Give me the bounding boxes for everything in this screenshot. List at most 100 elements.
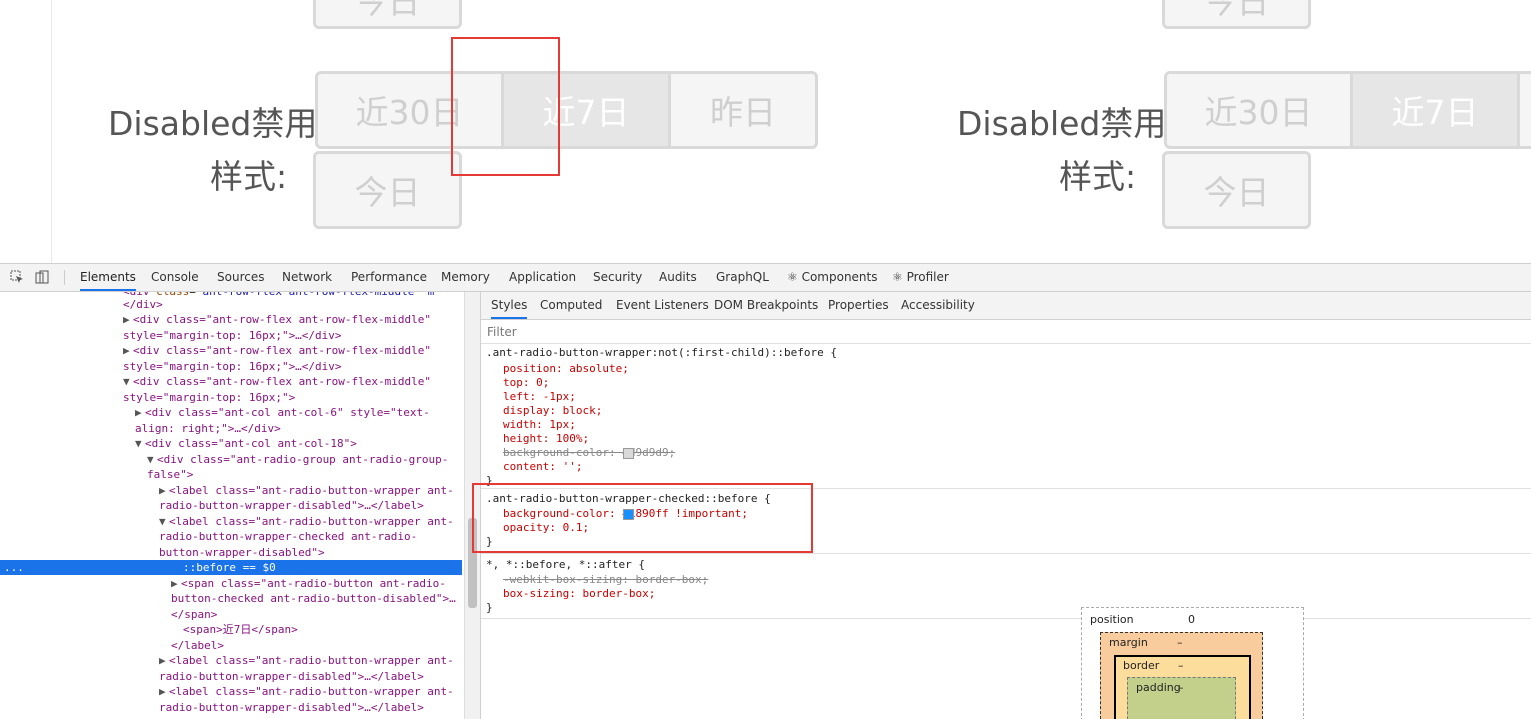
box-model-padding-value[interactable]: – xyxy=(1178,681,1184,694)
inspect-element-icon[interactable] xyxy=(10,270,24,284)
css-declaration[interactable]: box-sizing: border-box; xyxy=(503,587,655,601)
expand-arrow-icon[interactable]: ▶ xyxy=(123,312,133,327)
box-model-border-label: border xyxy=(1123,659,1160,672)
dom-line[interactable]: ▶ <div class="ant-col ant-col-6" style="t… xyxy=(135,405,430,420)
devtools-main-tabbar: Elements Console Sources Network Perform… xyxy=(0,264,1531,292)
tab-accessibility[interactable]: Accessibility xyxy=(901,292,975,319)
tab-application[interactable]: Application xyxy=(509,264,576,291)
box-model-position-value[interactable]: 0 xyxy=(1188,613,1195,626)
dom-line[interactable]: ▶ <label class="ant-radio-button-wrapper … xyxy=(159,684,454,699)
selected-dom-node[interactable]: ... ::before == $0 xyxy=(0,560,462,575)
styles-filter-input[interactable]: Filter xyxy=(481,320,1531,344)
css-declaration[interactable]: top: 0; xyxy=(503,376,549,390)
box-model-padding-label: padding xyxy=(1136,681,1181,694)
tab-memory[interactable]: Memory xyxy=(441,264,490,291)
tab-properties[interactable]: Properties xyxy=(828,292,889,319)
css-declaration[interactable]: height: 100%; xyxy=(503,432,589,446)
tab-security[interactable]: Security xyxy=(593,264,642,291)
radio-button-today-partial[interactable]: 今日 xyxy=(313,0,462,29)
dom-line[interactable]: </span> xyxy=(171,607,217,622)
tab-network[interactable]: Network xyxy=(282,264,332,291)
rule-selector[interactable]: .ant-radio-button-wrapper:not(:first-chi… xyxy=(486,346,837,360)
css-declaration[interactable]: display: block; xyxy=(503,404,602,418)
styles-subtabbar: Styles Computed Event Listeners DOM Brea… xyxy=(481,292,1531,320)
dom-line[interactable]: ▼ <div class="ant-col ant-col-18"> xyxy=(135,436,357,451)
collapse-arrow-icon[interactable]: ▼ xyxy=(135,436,145,451)
dom-line[interactable]: radio-button-wrapper-checked ant-radio- xyxy=(159,529,417,544)
tab-components[interactable]: ⚛ Components xyxy=(787,264,878,291)
css-declaration[interactable]: content: ''; xyxy=(503,460,582,474)
dom-line[interactable]: align: right;">…</div> xyxy=(135,421,281,436)
dom-line[interactable]: button-wrapper-disabled"> xyxy=(159,545,325,560)
devtools-panel: Elements Console Sources Network Perform… xyxy=(0,263,1531,719)
radio-button-today-partial-2[interactable]: 今日 xyxy=(1162,0,1311,29)
box-model-margin-value[interactable]: – xyxy=(1177,636,1183,649)
dom-line[interactable]: ▼ <div class="ant-radio-group ant-radio-g… xyxy=(147,452,448,467)
node-ellipsis-icon[interactable]: ... xyxy=(4,560,24,575)
expand-arrow-icon[interactable]: ▶ xyxy=(123,343,133,358)
dom-line[interactable]: style="margin-top: 16px;">…</div> xyxy=(123,328,342,343)
radio-button-today[interactable]: 今日 xyxy=(313,151,462,229)
field-label-line1-2: Disabled禁用 xyxy=(957,104,1167,143)
highlight-box-preview xyxy=(451,37,560,176)
expand-arrow-icon[interactable]: ▶ xyxy=(159,483,169,498)
css-declaration-overridden[interactable]: background-color: #d9d9d9; xyxy=(503,446,675,460)
dom-line[interactable]: </label> xyxy=(171,638,224,653)
rule-selector[interactable]: *, *::before, *::after { xyxy=(486,558,645,572)
dom-line[interactable]: radio-button-wrapper-disabled">…</label> xyxy=(159,700,424,715)
radio-button-yesterday[interactable]: 昨日 xyxy=(668,71,818,149)
collapse-arrow-icon[interactable]: ▼ xyxy=(147,452,157,467)
dom-line[interactable]: ▶ <div class="ant-row-flex ant-row-flex-m… xyxy=(123,312,431,327)
dom-line[interactable]: radio-button-wrapper-disabled">…</label> xyxy=(159,669,424,684)
dom-line[interactable]: style="margin-top: 16px;">…</div> xyxy=(123,359,342,374)
tab-console[interactable]: Console xyxy=(151,264,199,291)
box-model-border-value[interactable]: – xyxy=(1178,659,1184,672)
collapse-arrow-icon[interactable]: ▼ xyxy=(123,374,133,389)
elements-tree[interactable]: <div class="ant-row-flex ant-row-flex-mi… xyxy=(0,292,462,719)
dom-line[interactable]: <span>近7日</span> xyxy=(183,622,298,637)
dom-line[interactable]: ▶ <label class="ant-radio-button-wrapper … xyxy=(159,653,454,668)
tab-graphql[interactable]: GraphQL xyxy=(716,264,769,291)
radio-button-yesterday-2[interactable] xyxy=(1517,71,1531,149)
tab-elements[interactable]: Elements xyxy=(80,264,136,291)
dom-line[interactable]: ▶ <span class="ant-radio-button ant-radio… xyxy=(171,576,446,591)
dom-line[interactable]: ▼ <label class="ant-radio-button-wrapper … xyxy=(159,514,454,529)
dom-line[interactable]: ▶ <div class="ant-row-flex ant-row-flex-m… xyxy=(123,343,431,358)
tab-profiler[interactable]: ⚛ Profiler xyxy=(892,264,949,291)
field-label-line2: 样式: xyxy=(210,157,288,196)
radio-button-last-7-days-2[interactable]: 近7日 xyxy=(1350,71,1520,149)
dom-line[interactable]: style="margin-top: 16px;"> xyxy=(123,390,295,405)
box-model-margin: margin – border – padding – xyxy=(1100,632,1263,719)
css-declaration[interactable]: width: 1px; xyxy=(503,418,576,432)
dom-line[interactable]: false"> xyxy=(147,467,193,482)
tab-sources[interactable]: Sources xyxy=(217,264,264,291)
tab-audits[interactable]: Audits xyxy=(659,264,697,291)
dom-line[interactable]: button-checked ant-radio-button-disabled… xyxy=(171,591,456,606)
tab-computed[interactable]: Computed xyxy=(540,292,602,319)
content-divider xyxy=(51,0,52,263)
device-toolbar-icon[interactable] xyxy=(35,270,49,284)
dom-line[interactable]: </div> xyxy=(123,297,163,312)
css-declaration-overridden[interactable]: -webkit-box-sizing: border-box; xyxy=(503,573,708,587)
tab-dom-breakpoints[interactable]: DOM Breakpoints xyxy=(714,292,818,319)
radio-button-today-2[interactable]: 今日 xyxy=(1162,151,1311,229)
color-swatch-icon[interactable] xyxy=(623,448,634,459)
highlight-box-css-rule xyxy=(472,483,813,553)
tab-styles[interactable]: Styles xyxy=(491,292,528,319)
dom-line[interactable]: ▶ <label class="ant-radio-button-wrapper … xyxy=(159,483,454,498)
expand-arrow-icon[interactable]: ▶ xyxy=(135,405,145,420)
tabbar-divider xyxy=(64,270,65,285)
radio-button-last-30-days-2[interactable]: 近30日 xyxy=(1164,71,1353,149)
rule-close-brace: } xyxy=(486,601,493,614)
tab-event-listeners[interactable]: Event Listeners xyxy=(616,292,709,319)
tab-performance[interactable]: Performance xyxy=(351,264,427,291)
box-model-border: border – padding – xyxy=(1114,655,1251,719)
expand-arrow-icon[interactable]: ▶ xyxy=(159,653,169,668)
css-declaration[interactable]: position: absolute; xyxy=(503,362,629,376)
expand-arrow-icon[interactable]: ▶ xyxy=(159,684,169,699)
css-declaration[interactable]: left: -1px; xyxy=(503,390,576,404)
collapse-arrow-icon[interactable]: ▼ xyxy=(159,514,169,529)
dom-line[interactable]: radio-button-wrapper-disabled">…</label> xyxy=(159,498,424,513)
expand-arrow-icon[interactable]: ▶ xyxy=(171,576,181,591)
dom-line[interactable]: ▼ <div class="ant-row-flex ant-row-flex-m… xyxy=(123,374,431,389)
